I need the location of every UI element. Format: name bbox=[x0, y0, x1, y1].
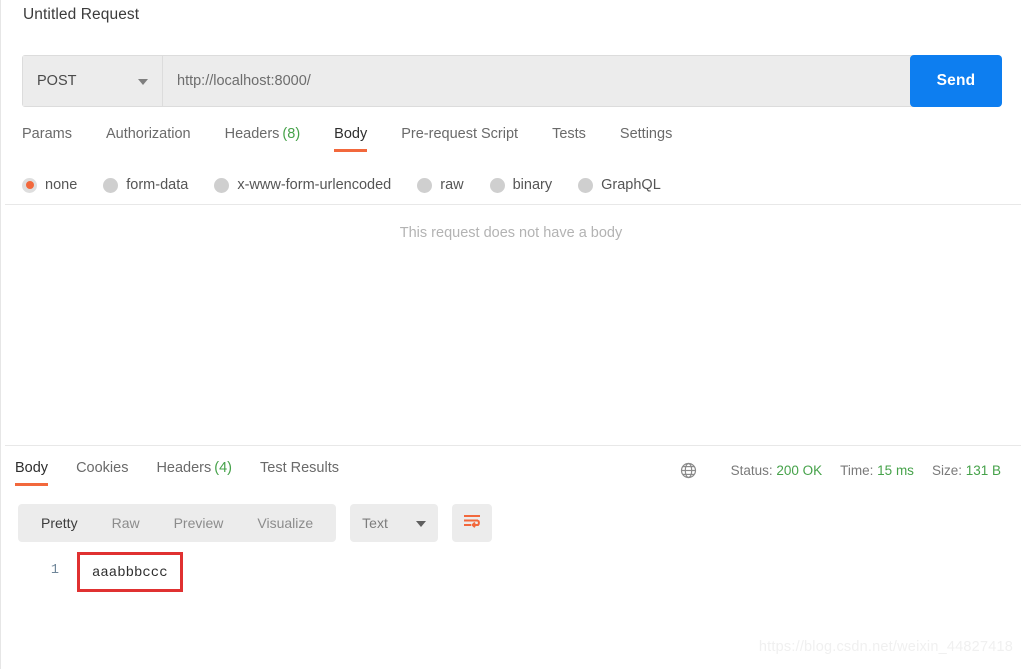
body-type-binary-label: binary bbox=[512, 177, 553, 193]
body-type-graphql-label: GraphQL bbox=[601, 177, 661, 193]
tab-pre-request-script[interactable]: Pre-request Script bbox=[401, 124, 518, 152]
body-type-raw[interactable]: raw bbox=[417, 177, 464, 193]
tab-params[interactable]: Params bbox=[22, 124, 72, 152]
response-tab-headers-count: (4) bbox=[214, 460, 232, 476]
url-bar-row: POST http://localhost:8000/ Send bbox=[22, 55, 1002, 107]
watermark: https://blog.csdn.net/weixin_44827418 bbox=[758, 639, 1013, 655]
radio-checked-icon bbox=[22, 177, 37, 193]
view-mode-group: Pretty Raw Preview Visualize bbox=[18, 504, 337, 542]
tab-headers-label: Headers bbox=[224, 126, 280, 142]
response-body-text: aaabbbccc bbox=[92, 565, 168, 581]
response-tab-cookies[interactable]: Cookies bbox=[76, 458, 128, 486]
chevron-down-icon bbox=[138, 79, 148, 85]
tab-authorization[interactable]: Authorization bbox=[106, 124, 191, 152]
view-mode-pretty[interactable]: Pretty bbox=[24, 504, 95, 542]
tab-tests-label: Tests bbox=[552, 126, 586, 142]
status-label: Status: bbox=[730, 463, 773, 478]
request-title: Untitled Request bbox=[23, 6, 140, 23]
radio-unchecked-icon bbox=[578, 177, 594, 193]
body-type-urlencoded-label: x-www-form-urlencoded bbox=[237, 177, 392, 193]
body-type-raw-label: raw bbox=[440, 177, 464, 193]
view-mode-preview[interactable]: Preview bbox=[157, 504, 241, 542]
body-type-none[interactable]: none bbox=[22, 177, 77, 193]
line-number: 1 bbox=[50, 563, 59, 578]
url-input[interactable]: http://localhost:8000/ bbox=[163, 56, 919, 106]
body-type-none-label: none bbox=[45, 177, 78, 193]
tab-body-label: Body bbox=[334, 126, 368, 142]
chevron-down-icon bbox=[416, 521, 427, 527]
code-line: 1 aaabbbccc bbox=[1, 552, 1021, 592]
body-type-binary[interactable]: binary bbox=[489, 177, 553, 193]
tab-pre-request-script-label: Pre-request Script bbox=[401, 126, 519, 142]
response-tab-bar: Body Cookies Headers (4) Test Results bbox=[15, 458, 367, 486]
response-tab-headers[interactable]: Headers (4) bbox=[156, 458, 232, 486]
response-tab-headers-label: Headers bbox=[156, 460, 212, 476]
status-badge[interactable]: Status: 200 OK bbox=[731, 463, 823, 478]
request-tab-bar: Params Authorization Headers (8) Body Pre… bbox=[22, 124, 706, 160]
radio-unchecked-icon bbox=[214, 177, 230, 193]
send-button[interactable]: Send bbox=[910, 55, 1002, 107]
empty-body-message: This request does not have a body bbox=[399, 225, 623, 241]
tab-headers[interactable]: Headers (8) bbox=[225, 124, 301, 152]
radio-unchecked-icon bbox=[103, 177, 119, 193]
divider-above-response bbox=[5, 445, 1021, 446]
format-label: Text bbox=[362, 515, 388, 531]
divider-below-body-types bbox=[5, 204, 1021, 205]
view-mode-visualize[interactable]: Visualize bbox=[240, 504, 330, 542]
body-type-form-data[interactable]: form-data bbox=[103, 177, 188, 193]
body-type-urlencoded[interactable]: x-www-form-urlencoded bbox=[214, 177, 391, 193]
time-label: Time: bbox=[840, 463, 874, 478]
response-viewer-toolbar: Pretty Raw Preview Visualize Text bbox=[18, 504, 493, 542]
tab-params-label: Params bbox=[22, 126, 72, 142]
size-value: 131 B bbox=[965, 463, 1001, 478]
response-meta-bar: Status: 200 OK Time: 15 ms Size: 131 B bbox=[680, 462, 1001, 479]
tab-settings-label: Settings bbox=[619, 126, 673, 142]
word-wrap-button[interactable] bbox=[452, 504, 493, 542]
format-dropdown[interactable]: Text bbox=[350, 504, 439, 542]
size-badge[interactable]: Size: 131 B bbox=[932, 463, 1001, 478]
postman-request-response-view: Untitled Request POST http://localhost:8… bbox=[0, 0, 1021, 669]
tab-body[interactable]: Body bbox=[334, 124, 368, 152]
response-tab-body[interactable]: Body bbox=[15, 458, 49, 486]
response-tab-cookies-label: Cookies bbox=[76, 460, 129, 476]
body-type-form-data-label: form-data bbox=[126, 177, 189, 193]
highlight-annotation-box: aaabbbccc bbox=[77, 552, 183, 592]
response-tab-test-results[interactable]: Test Results bbox=[260, 458, 339, 486]
radio-unchecked-icon bbox=[489, 177, 505, 193]
method-url-group: POST http://localhost:8000/ bbox=[22, 55, 920, 107]
radio-unchecked-icon bbox=[417, 177, 433, 193]
tab-settings[interactable]: Settings bbox=[620, 124, 672, 152]
response-tab-body-label: Body bbox=[15, 460, 49, 476]
body-type-radio-group: none form-data x-www-form-urlencoded raw… bbox=[22, 172, 687, 198]
time-value: 15 ms bbox=[877, 463, 914, 478]
url-value: http://localhost:8000/ bbox=[177, 73, 311, 89]
tab-tests[interactable]: Tests bbox=[552, 124, 586, 152]
body-type-graphql[interactable]: GraphQL bbox=[578, 177, 661, 193]
size-label: Size: bbox=[931, 463, 962, 478]
word-wrap-icon bbox=[462, 513, 482, 534]
tab-authorization-label: Authorization bbox=[105, 126, 191, 142]
response-tab-test-results-label: Test Results bbox=[260, 460, 339, 476]
time-badge[interactable]: Time: 15 ms bbox=[840, 463, 914, 478]
view-mode-raw[interactable]: Raw bbox=[95, 504, 157, 542]
http-method-dropdown[interactable]: POST bbox=[23, 56, 163, 106]
response-body-viewer[interactable]: 1 aaabbbccc bbox=[1, 552, 1021, 592]
status-value: 200 OK bbox=[776, 463, 823, 478]
globe-icon bbox=[680, 462, 697, 479]
http-method-label: POST bbox=[37, 73, 77, 89]
tab-headers-count: (8) bbox=[282, 126, 301, 142]
